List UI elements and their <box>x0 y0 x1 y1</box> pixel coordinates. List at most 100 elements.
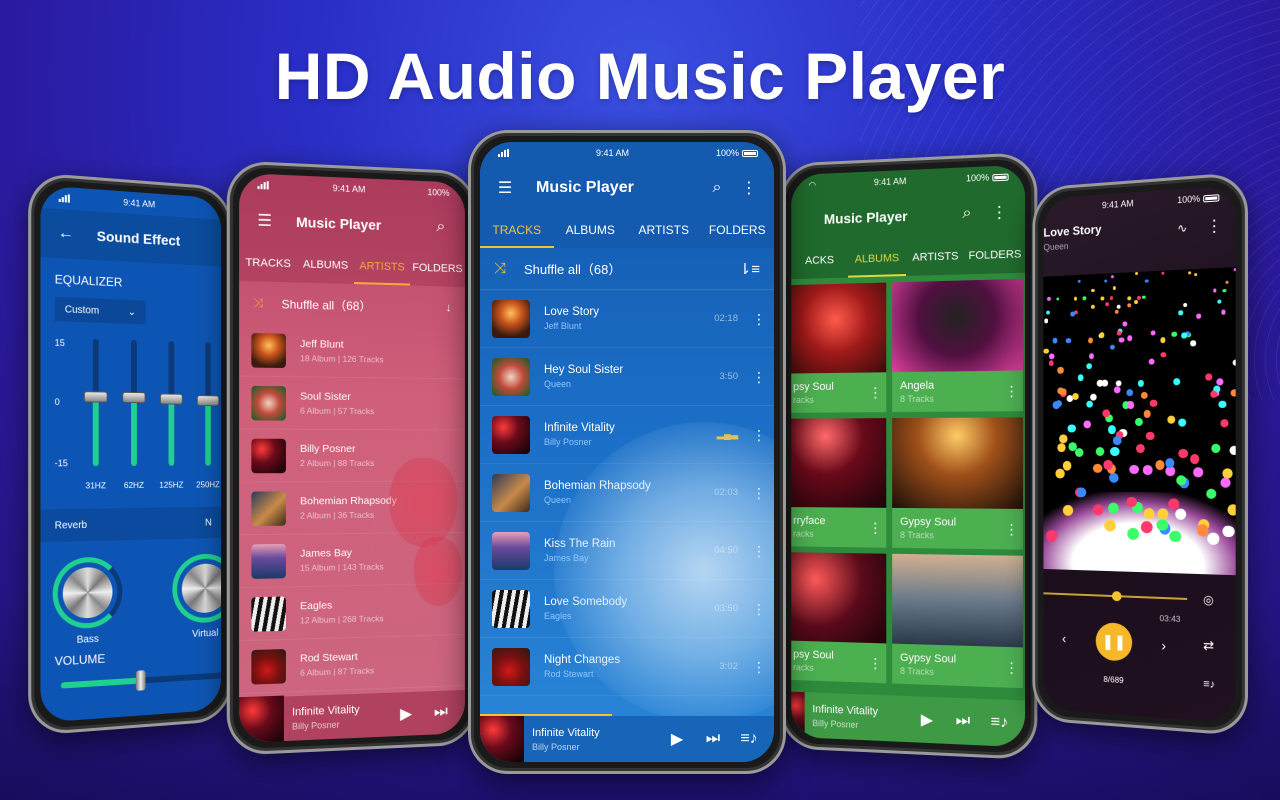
sort-icon[interactable]: ⇂≡ <box>739 260 760 278</box>
tab-albums[interactable]: ALBUMS <box>848 240 906 278</box>
eq-band-62hz[interactable]: 62HZ <box>119 339 148 491</box>
visualizer-particle <box>1220 477 1231 488</box>
eq-preset-dropdown[interactable]: Custom ⌄ <box>54 296 146 325</box>
more-options-icon[interactable]: ⋮ <box>752 312 766 326</box>
play-icon[interactable]: ▶ <box>916 709 938 730</box>
artist-list-item[interactable]: Soul Sister 6 Album | 57 Tracks <box>239 376 465 431</box>
visualizer-particle <box>1175 508 1187 520</box>
mini-player[interactable]: Infinite Vitality Billy Posner ▶ ⏭ <box>239 689 465 744</box>
album-card[interactable]: rryface racks ⋮ <box>791 418 887 548</box>
sort-icon[interactable]: ↓ <box>446 300 452 314</box>
skip-next-icon[interactable]: ⏭ <box>702 730 724 748</box>
mini-player[interactable]: Infinite Vitality Billy Posner ▶ ⏭ ≡♪ <box>480 714 774 762</box>
more-options-icon[interactable]: ⋮ <box>1203 214 1225 238</box>
play-icon[interactable]: ▶ <box>395 704 416 725</box>
mini-player-artwork <box>239 695 284 744</box>
playlist-icon[interactable]: ≡♪ <box>738 730 760 748</box>
album-track-count: 8 Tracks <box>900 529 934 541</box>
album-card[interactable]: Gypsy Soul 8 Tracks ⋮ <box>892 553 1023 689</box>
seek-bar-handle[interactable] <box>1111 591 1122 602</box>
eq-band-125hz[interactable]: 125HZ <box>157 341 185 490</box>
tab-folders[interactable]: FOLDERS <box>410 250 465 287</box>
eq-scale-mid: 0 <box>54 396 60 408</box>
visualizer-particle <box>1082 296 1087 301</box>
eq-band-250hz[interactable]: 250HZ <box>194 342 221 489</box>
tab-artists[interactable]: ARTISTS <box>354 248 410 286</box>
volume-slider[interactable] <box>60 670 222 691</box>
visualizer-particle <box>1218 400 1227 409</box>
eq-scale-min: -15 <box>54 458 68 469</box>
virtualizer-knob[interactable] <box>172 553 222 625</box>
album-card[interactable]: psy Soul racks ⋮ <box>791 282 887 413</box>
status-time: 9:41 AM <box>1101 198 1134 211</box>
previous-icon[interactable]: ‹ <box>1062 630 1066 646</box>
more-options-icon[interactable]: ⋮ <box>869 384 883 400</box>
tab-tracks[interactable]: TRACKS <box>480 212 554 248</box>
wifi-icon: ◠ <box>808 179 817 190</box>
album-card[interactable]: Gypsy Soul 8 Tracks ⋮ <box>892 417 1023 550</box>
more-options-icon[interactable]: ⋮ <box>1005 383 1019 399</box>
promo-headline: HD Audio Music Player <box>274 39 1006 113</box>
playlist-icon[interactable]: ≡♪ <box>988 713 1010 732</box>
artist-list-item[interactable]: Jeff Blunt 18 Album | 126 Tracks <box>239 323 465 380</box>
more-options-icon[interactable]: ⋮ <box>738 177 760 199</box>
tab-artists[interactable]: ARTISTS <box>906 238 965 276</box>
menu-icon[interactable]: ☰ <box>253 209 275 232</box>
pause-button[interactable]: ❚❚ <box>1095 622 1133 662</box>
skip-next-icon[interactable]: ⏭ <box>952 712 974 731</box>
album-card[interactable]: psy Soul racks ⋮ <box>791 552 887 684</box>
playlist-icon[interactable]: ≡♪ <box>1203 678 1215 691</box>
shuffle-all-row[interactable]: ⤨ Shuffle all（68） ⇂≡ <box>480 248 774 290</box>
search-icon[interactable]: ⌕ <box>706 177 728 199</box>
mini-player-artist: Billy Posner <box>292 719 340 732</box>
repeat-icon[interactable]: ⇄ <box>1203 637 1214 654</box>
tab-tracks[interactable]: ACKS <box>791 242 848 279</box>
mini-player-artist: Billy Posner <box>812 717 859 730</box>
phone-albums: ◠ 9:41 AM 100% Music Player ⌕ ⋮ ACKS ALB… <box>779 151 1038 761</box>
seek-bar[interactable] <box>1043 591 1188 602</box>
visualizer-particle <box>1109 344 1115 351</box>
mini-player[interactable]: Infinite Vitality Billy Posner ▶ ⏭ ≡♪ <box>791 691 1026 748</box>
more-options-icon[interactable]: ⋮ <box>1005 521 1019 537</box>
album-card[interactable]: Angela 8 Tracks ⋮ <box>892 278 1023 413</box>
search-icon[interactable]: ⌕ <box>956 202 978 225</box>
visualizer-icon[interactable]: ∿ <box>1171 216 1193 240</box>
reverb-row[interactable]: Reverb N <box>40 506 222 543</box>
more-options-icon[interactable]: ⋮ <box>988 201 1010 224</box>
eq-slider-handle[interactable] <box>83 390 108 403</box>
artist-list-item[interactable]: Rod Stewart 6 Album | 87 Tracks <box>239 634 465 695</box>
more-options-icon[interactable]: ⋮ <box>752 370 766 384</box>
back-arrow-icon[interactable]: ← <box>55 222 77 246</box>
tab-tracks[interactable]: TRACKS <box>239 244 297 282</box>
more-options-icon[interactable]: ⋮ <box>869 655 883 671</box>
skip-next-icon[interactable]: ⏭ <box>430 703 451 722</box>
eq-band-31hz[interactable]: 31HZ <box>81 338 111 490</box>
eq-slider-handle[interactable] <box>122 391 146 403</box>
track-list-item[interactable]: Hey Soul Sister Queen 3:50 ⋮ <box>480 348 774 406</box>
mini-player-artwork <box>791 691 805 738</box>
more-options-icon[interactable]: ⋮ <box>1005 659 1019 676</box>
tab-albums[interactable]: ALBUMS <box>554 212 628 248</box>
visualizer-particle <box>1093 463 1103 474</box>
visualizer-particle <box>1171 331 1177 338</box>
tab-folders[interactable]: FOLDERS <box>701 212 775 248</box>
signal-icon <box>498 149 509 157</box>
bass-knob[interactable] <box>52 556 123 630</box>
shuffle-all-row[interactable]: ⤨ Shuffle all（68） ↓ <box>239 281 465 328</box>
track-list-item[interactable]: Love Story Jeff Blunt 02:18 ⋮ <box>480 290 774 348</box>
album-artwork <box>892 278 1023 373</box>
next-icon[interactable]: › <box>1161 637 1166 653</box>
tab-albums[interactable]: ALBUMS <box>297 246 354 284</box>
equalizer-icon[interactable]: ◎ <box>1203 592 1214 607</box>
tab-artists[interactable]: ARTISTS <box>627 212 701 248</box>
menu-icon[interactable]: ☰ <box>494 177 516 199</box>
eq-slider-handle[interactable] <box>196 395 220 407</box>
tab-folders[interactable]: FOLDERS <box>965 236 1025 274</box>
play-icon[interactable]: ▶ <box>666 729 688 749</box>
tracks-tabs: TRACKS ALBUMS ARTISTS FOLDERS <box>480 212 774 248</box>
eq-slider-handle[interactable] <box>159 393 183 405</box>
search-icon[interactable]: ⌕ <box>430 216 451 238</box>
volume-slider-handle[interactable] <box>135 670 146 691</box>
visualizer-particle <box>1100 296 1105 301</box>
more-options-icon[interactable]: ⋮ <box>869 520 883 536</box>
